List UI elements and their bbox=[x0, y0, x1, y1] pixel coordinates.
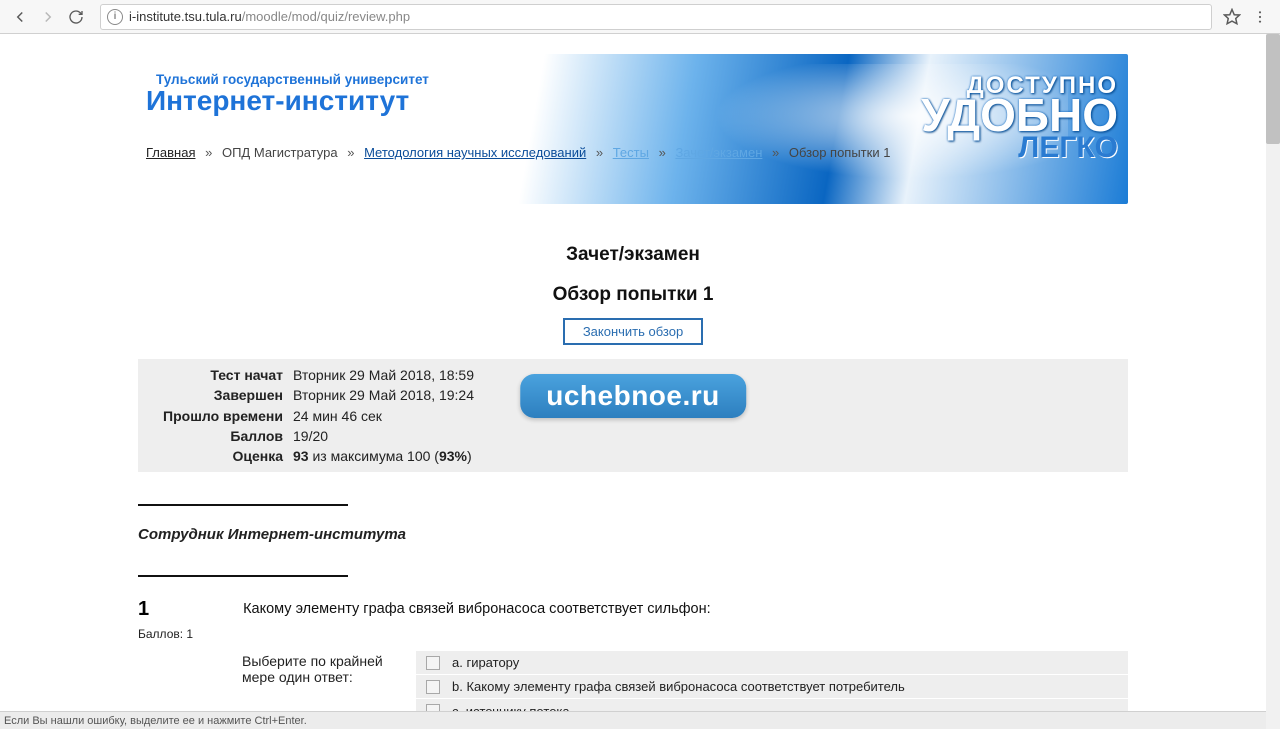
summary-row-elapsed: Прошло времени 24 мин 46 сек bbox=[138, 406, 1128, 426]
question-text: Какому элементу графа связей вибронасоса… bbox=[243, 598, 711, 617]
scrollbar-track[interactable] bbox=[1266, 34, 1280, 729]
breadcrumb-item-3[interactable]: Тесты bbox=[613, 145, 649, 160]
site-banner: Тульский государственный университет Инт… bbox=[138, 54, 1128, 204]
question-score: Баллов: 1 bbox=[138, 627, 193, 641]
checkbox-icon[interactable] bbox=[426, 656, 440, 670]
browser-menu-icon[interactable] bbox=[1246, 3, 1274, 31]
summary-label: Прошло времени bbox=[138, 406, 293, 426]
page-heading: Зачет/экзамен bbox=[138, 244, 1128, 266]
finish-review-button[interactable]: Закончить обзор bbox=[563, 318, 703, 345]
attempt-heading: Обзор попытки 1 bbox=[138, 284, 1128, 306]
summary-value: 19/20 bbox=[293, 426, 328, 446]
answer-text: a. гиратору bbox=[452, 655, 519, 670]
site-info-icon[interactable]: i bbox=[107, 9, 123, 25]
summary-value: 93 из максимума 100 (93%) bbox=[293, 446, 472, 466]
breadcrumb-sep: » bbox=[347, 145, 354, 160]
attempt-summary-table: Тест начат Вторник 29 Май 2018, 18:59 За… bbox=[138, 359, 1128, 472]
answer-text: b. Какому элементу графа связей вибронас… bbox=[452, 679, 905, 694]
question-number: 1 bbox=[138, 598, 166, 621]
divider bbox=[138, 504, 348, 506]
summary-label: Оценка bbox=[138, 446, 293, 466]
summary-label: Баллов bbox=[138, 426, 293, 446]
scrollbar-thumb[interactable] bbox=[1266, 34, 1280, 144]
breadcrumb-current: Обзор попытки 1 bbox=[789, 145, 891, 160]
question-block: 1 Баллов: 1 Какому элементу графа связей… bbox=[138, 597, 1128, 723]
checkbox-icon[interactable] bbox=[426, 680, 440, 694]
summary-value: 24 мин 46 сек bbox=[293, 406, 382, 426]
breadcrumb-item-4[interactable]: Зачет/экзамен bbox=[675, 145, 762, 160]
breadcrumb-item-1: ОПД Магистратура bbox=[222, 145, 338, 160]
breadcrumb-item-2[interactable]: Методология научных исследований bbox=[364, 145, 586, 160]
address-bar[interactable]: i i-institute.tsu.tula.ru/moodle/mod/qui… bbox=[100, 4, 1212, 30]
breadcrumb-home[interactable]: Главная bbox=[146, 145, 195, 160]
breadcrumb: Главная » ОПД Магистратура » Методология… bbox=[146, 145, 1120, 160]
breadcrumb-sep: » bbox=[772, 145, 779, 160]
summary-label: Тест начат bbox=[138, 365, 293, 385]
breadcrumb-sep: » bbox=[205, 145, 212, 160]
bookmark-star-icon[interactable] bbox=[1218, 3, 1246, 31]
slogan-line-2: УДОБНО bbox=[921, 96, 1118, 135]
forward-button[interactable] bbox=[34, 3, 62, 31]
page-content: Тульский государственный университет Инт… bbox=[0, 34, 1266, 729]
summary-row-grade: Оценка 93 из максимума 100 (93%) bbox=[138, 446, 1128, 466]
answer-option-b[interactable]: b. Какому элементу графа связей вибронас… bbox=[416, 675, 1128, 699]
summary-row-completed: Завершен Вторник 29 Май 2018, 19:24 bbox=[138, 385, 1128, 405]
back-button[interactable] bbox=[6, 3, 34, 31]
url-host: i-institute.tsu.tula.ru bbox=[129, 9, 242, 24]
breadcrumb-sep: » bbox=[659, 145, 666, 160]
url-path: /moodle/mod/quiz/review.php bbox=[242, 9, 410, 24]
summary-value: Вторник 29 Май 2018, 19:24 bbox=[293, 385, 474, 405]
answer-option-a[interactable]: a. гиратору bbox=[416, 651, 1128, 675]
staff-label: Сотрудник Интернет-института bbox=[138, 526, 1128, 543]
summary-row-points: Баллов 19/20 bbox=[138, 426, 1128, 446]
breadcrumb-sep: » bbox=[596, 145, 603, 160]
reload-button[interactable] bbox=[62, 3, 90, 31]
error-report-hint: Если Вы нашли ошибку, выделите ее и нажм… bbox=[0, 711, 1266, 729]
summary-label: Завершен bbox=[138, 385, 293, 405]
main-content: Зачет/экзамен Обзор попытки 1 Закончить … bbox=[138, 244, 1128, 723]
browser-toolbar: i i-institute.tsu.tula.ru/moodle/mod/qui… bbox=[0, 0, 1280, 34]
summary-row-started: Тест начат Вторник 29 Май 2018, 18:59 bbox=[138, 365, 1128, 385]
summary-value: Вторник 29 Май 2018, 18:59 bbox=[293, 365, 474, 385]
divider bbox=[138, 575, 348, 577]
